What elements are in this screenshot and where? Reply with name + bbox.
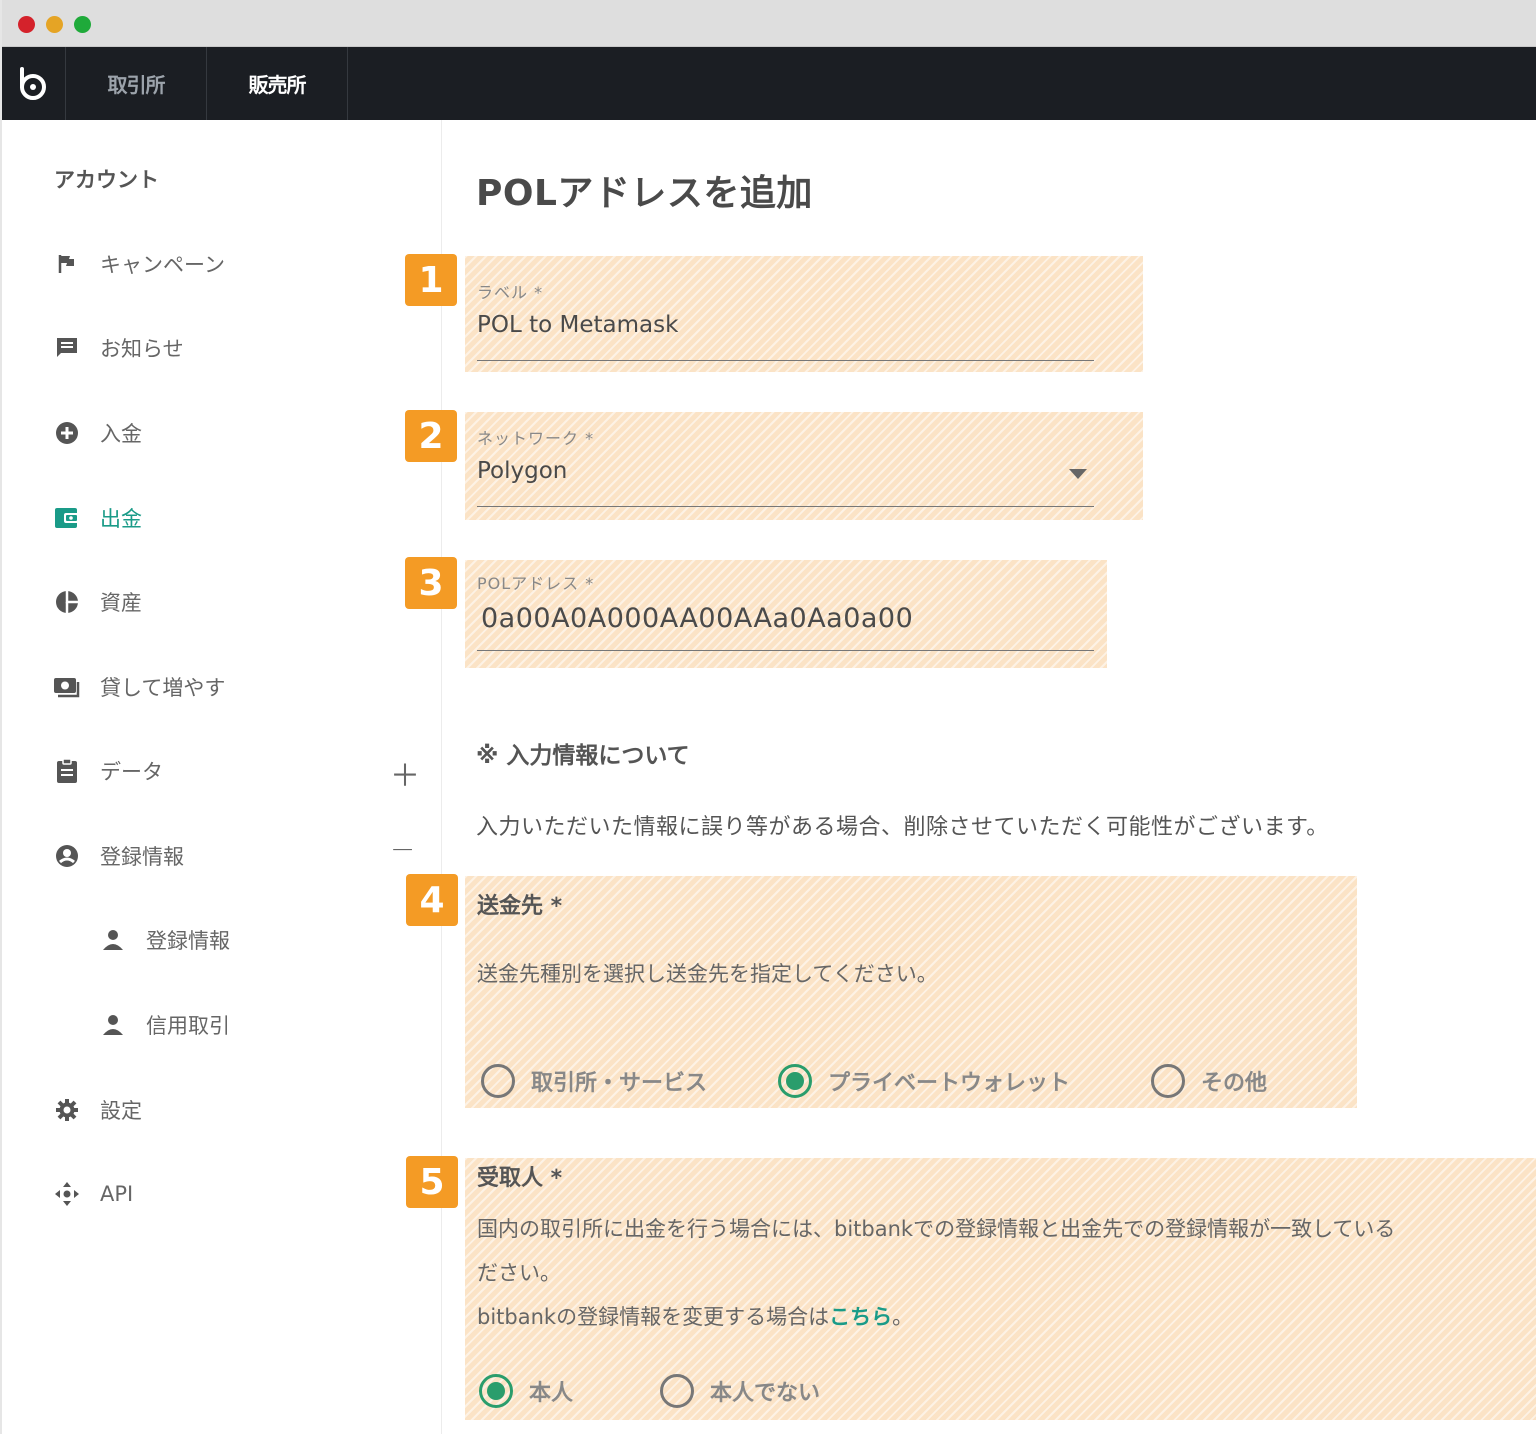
label-field[interactable]: ラベル * POL to Metamask [465, 256, 1143, 372]
radio-circle [660, 1374, 694, 1408]
sidebar-item-campaign[interactable]: キャンペーン [52, 244, 432, 284]
address-field-underline [477, 650, 1094, 651]
chevron-down-icon[interactable] [1069, 469, 1087, 479]
title-bar [2, 0, 1536, 47]
step-badge-3: 3 [405, 557, 457, 609]
message-icon [52, 333, 82, 363]
note-body: 入力いただいた情報に誤り等がある場合、削除させていただく可能性がございます。 [476, 815, 1329, 840]
collapse-registration-toggle[interactable]: − [390, 832, 415, 867]
radio-circle [481, 1064, 515, 1098]
sidebar-item-label: 出金 [100, 507, 142, 531]
radio-circle [1151, 1064, 1185, 1098]
sidebar-item-withdraw[interactable]: 出金 [52, 498, 432, 538]
network-select[interactable]: Polygon [477, 458, 567, 484]
main-content: POLアドレスを追加 1 ラベル * POL to Metamask 2 ネット… [405, 120, 1536, 1434]
sidebar-item-label: 信用取引 [146, 1014, 230, 1038]
api-icon [52, 1179, 82, 1209]
person-icon [98, 925, 128, 955]
pie-chart-icon [52, 587, 82, 617]
sidebar-item-label: 登録情報 [100, 845, 184, 869]
radio-circle-selected [479, 1374, 513, 1408]
page-title: POLアドレスを追加 [476, 173, 813, 214]
sidebar-item-api[interactable]: API [52, 1174, 432, 1214]
maximize-window-button[interactable] [74, 16, 91, 33]
top-navigation: 取引所 販売所 [2, 47, 1536, 120]
sidebar-item-data[interactable]: データ [52, 751, 432, 791]
destination-title: 送金先 * [477, 894, 563, 919]
radio-label: 本人 [529, 1381, 574, 1406]
sidebar-item-assets[interactable]: 資産 [52, 582, 432, 622]
step-badge-2: 2 [405, 410, 457, 462]
network-field[interactable]: ネットワーク * Polygon [465, 412, 1143, 520]
sidebar-subitem-margin[interactable]: 信用取引 [98, 1005, 418, 1045]
sidebar-item-label: 貸して増やす [100, 676, 226, 700]
minimize-window-button[interactable] [46, 16, 63, 33]
sidebar-item-settings[interactable]: 設定 [52, 1090, 432, 1130]
radio-label: 本人でない [710, 1381, 821, 1406]
browser-window: 取引所 販売所 アカウント キャンペーン お知らせ 入金 出金 資産 貸して増や… [2, 0, 1536, 1434]
destination-section: 送金先 * 送金先種別を選択し送金先を指定してください。 取引所・サービス プラ… [465, 876, 1357, 1108]
sidebar: アカウント キャンペーン お知らせ 入金 出金 資産 貸して増やす データ ＋ … [2, 120, 442, 1434]
step-badge-5: 5 [406, 1156, 458, 1208]
address-field-label: POLアドレス * [477, 574, 595, 593]
label-input[interactable]: POL to Metamask [477, 312, 678, 338]
recipient-text-line1: 国内の取引所に出金を行う場合には、bitbankでの登録情報と出金先での登録情報… [477, 1217, 1396, 1241]
tab-sales-office[interactable]: 販売所 [207, 47, 348, 120]
tab-exchange[interactable]: 取引所 [66, 47, 207, 120]
sidebar-item-label: お知らせ [100, 337, 184, 361]
label-field-label: ラベル * [477, 283, 544, 302]
sidebar-item-lending[interactable]: 貸して増やす [52, 667, 432, 707]
destination-instruction: 送金先種別を選択し送金先を指定してください。 [477, 962, 938, 986]
radio-label: 取引所・サービス [531, 1071, 708, 1096]
note-heading: ※ 入力情報について [476, 743, 690, 769]
sidebar-item-deposit[interactable]: 入金 [52, 413, 432, 453]
bitbank-logo-icon[interactable] [2, 47, 66, 120]
add-circle-icon [52, 418, 82, 448]
network-field-underline [477, 506, 1094, 507]
sidebar-item-label: 資産 [100, 591, 142, 615]
money-icon [52, 672, 82, 702]
close-window-button[interactable] [18, 16, 35, 33]
radio-other[interactable]: その他 [1151, 1064, 1267, 1098]
radio-circle-selected [778, 1064, 812, 1098]
address-input[interactable]: 0a00A0A000AA00AAa0Aa0a00 [481, 603, 913, 634]
network-field-label: ネットワーク * [477, 429, 595, 448]
radio-self[interactable]: 本人 [479, 1374, 573, 1408]
sidebar-subitem-registration[interactable]: 登録情報 [98, 920, 418, 960]
address-field[interactable]: POLアドレス * 0a00A0A000AA00AAa0Aa0a00 [465, 560, 1107, 668]
sidebar-title: アカウント [54, 168, 159, 192]
sidebar-item-label: データ [100, 760, 163, 784]
clipboard-icon [52, 756, 82, 786]
flag-icon [52, 249, 82, 279]
sidebar-item-label: API [100, 1182, 134, 1206]
person-icon [98, 1010, 128, 1040]
sidebar-item-label: 設定 [100, 1099, 142, 1123]
sidebar-item-label: 入金 [100, 422, 142, 446]
sidebar-item-label: 登録情報 [146, 929, 230, 953]
label-field-underline [477, 360, 1094, 361]
sidebar-item-news[interactable]: お知らせ [52, 328, 432, 368]
recipient-text-line2: ださい。 [477, 1261, 561, 1285]
recipient-text-line3: bitbankの登録情報を変更する場合はこちら。 [477, 1301, 913, 1331]
step-badge-1: 1 [405, 254, 457, 306]
wallet-icon [52, 503, 82, 533]
radio-not-self[interactable]: 本人でない [660, 1374, 820, 1408]
recipient-text-suffix: 。 [892, 1305, 914, 1329]
recipient-section: 受取人 * 国内の取引所に出金を行う場合には、bitbankでの登録情報と出金先… [465, 1158, 1536, 1420]
step-badge-4: 4 [406, 874, 458, 926]
change-registration-link[interactable]: こちら [829, 1305, 892, 1329]
sidebar-item-registration[interactable]: 登録情報 [52, 836, 432, 876]
recipient-title: 受取人 * [477, 1166, 563, 1191]
gear-icon [52, 1095, 82, 1125]
radio-exchange-service[interactable]: 取引所・サービス [481, 1064, 707, 1098]
radio-label: その他 [1201, 1071, 1268, 1096]
expand-data-toggle[interactable]: ＋ [390, 751, 420, 795]
radio-label: プライベートウォレット [828, 1071, 1071, 1096]
recipient-text-prefix: bitbankの登録情報を変更する場合は [477, 1305, 830, 1329]
account-circle-icon [52, 841, 82, 871]
radio-private-wallet[interactable]: プライベートウォレット [778, 1064, 1070, 1098]
sidebar-item-label: キャンペーン [100, 253, 225, 277]
